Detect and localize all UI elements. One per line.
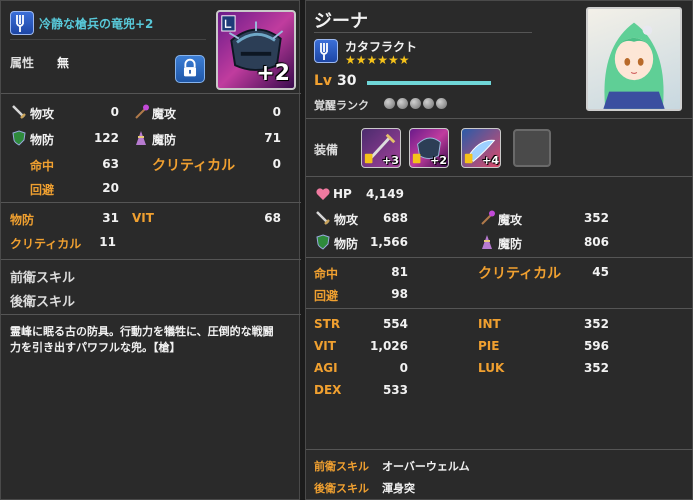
r-phys-def-label: 物防 xyxy=(334,237,359,251)
pie-value: 596 xyxy=(583,339,609,353)
equip-label: 装備 xyxy=(314,143,339,157)
sword-icon-right xyxy=(316,211,330,225)
mag-def-value: 71 xyxy=(264,131,281,145)
bonus-crit-value: 11 xyxy=(99,235,116,249)
r-mag-def-value: 806 xyxy=(583,235,609,249)
staff-icon xyxy=(135,104,149,119)
r-front-skill-label: 前衛スキル xyxy=(314,460,369,473)
vit-label: VIT xyxy=(314,339,336,353)
r-back-skill-label: 後衛スキル xyxy=(314,482,369,495)
awaken-label: 覚醒ランク xyxy=(314,99,369,112)
crit-label: クリティカル xyxy=(152,158,236,174)
luk-label: LUK xyxy=(478,361,505,375)
awaken-orbs xyxy=(384,98,449,112)
vit-value: 1,026 xyxy=(370,339,408,353)
item-detail-panel: 冷静な槍兵の竜兜+2 属性 無 +2 物攻 0 魔攻 0 物防 122 魔防 7… xyxy=(0,0,301,500)
bonus-vit-label: VIT xyxy=(132,211,154,225)
int-value: 352 xyxy=(583,317,609,331)
str-label: STR xyxy=(314,317,341,331)
bonus-vit-value: 68 xyxy=(264,211,281,225)
luk-value: 352 xyxy=(583,361,609,375)
staff-icon-right xyxy=(481,210,495,225)
r-crit-label: クリティカル xyxy=(478,266,562,282)
equip-slot-3[interactable]: +4 xyxy=(461,128,501,168)
description-line-2: 力を引き出すパワフルな兜。【槍】 xyxy=(10,341,181,354)
bonus-phys-def-label: 物防 xyxy=(10,213,35,227)
mag-def-label: 魔防 xyxy=(152,133,177,147)
agi-value: 0 xyxy=(399,361,408,375)
r-evade-label: 回避 xyxy=(314,289,339,303)
bonus-crit-label: クリティカル xyxy=(10,237,82,251)
item-plus-level: +2 xyxy=(256,61,290,86)
mag-atk-value: 0 xyxy=(272,105,281,119)
character-portrait xyxy=(586,7,682,111)
crit-value: 0 xyxy=(272,157,281,171)
back-skill-label: 後衛スキル xyxy=(10,295,76,310)
r-evade-value: 98 xyxy=(391,287,408,301)
hit-value: 63 xyxy=(102,157,119,171)
r-mag-atk-value: 352 xyxy=(583,211,609,225)
hit-label: 命中 xyxy=(30,159,55,173)
description-line-1: 霊峰に眠る古の防具。行動力を犠牲に、圧倒的な戦闘 xyxy=(10,325,274,338)
equip-slot-empty[interactable] xyxy=(513,129,551,167)
spear-class-icon xyxy=(10,11,34,35)
robe-icon xyxy=(136,131,146,145)
phys-atk-label: 物攻 xyxy=(30,107,55,121)
sword-icon xyxy=(12,105,26,119)
dex-value: 533 xyxy=(382,383,408,397)
r-phys-atk-label: 物攻 xyxy=(334,213,359,227)
level-progress-bar xyxy=(367,81,491,85)
front-skill-label: 前衛スキル xyxy=(10,271,76,286)
str-value: 554 xyxy=(382,317,408,331)
lock-icon xyxy=(183,58,197,77)
r-mag-atk-label: 魔攻 xyxy=(498,213,523,227)
mag-atk-label: 魔攻 xyxy=(152,107,177,121)
phys-def-label: 物防 xyxy=(30,133,55,147)
r-hit-label: 命中 xyxy=(314,267,339,281)
agi-label: AGI xyxy=(314,361,338,375)
r-hit-value: 81 xyxy=(391,265,408,279)
attr-value: 無 xyxy=(57,56,70,70)
rarity-stars: ★★★★★★ xyxy=(345,53,410,67)
int-label: INT xyxy=(478,317,501,331)
hp-label: HP xyxy=(333,187,352,201)
phys-atk-value: 0 xyxy=(110,105,119,119)
heart-icon xyxy=(316,188,330,200)
level-label: Lv xyxy=(314,73,333,89)
r-back-skill-value: 渾身突 xyxy=(382,482,415,495)
shield-icon xyxy=(12,130,26,146)
equip-slot-2[interactable]: +2 xyxy=(409,128,449,168)
hp-value: 4,149 xyxy=(366,187,404,201)
robe-icon-right xyxy=(482,235,492,249)
shield-icon-right xyxy=(316,234,330,250)
lock-button[interactable] xyxy=(175,55,205,83)
pie-label: PIE xyxy=(478,339,500,353)
class-spear-icon xyxy=(314,39,338,63)
dex-label: DEX xyxy=(314,383,342,397)
equip-slot-1[interactable]: +3 xyxy=(361,128,401,168)
equipped-item-image: +2 xyxy=(216,10,296,90)
r-front-skill-value: オーバーウェルム xyxy=(382,460,470,473)
equip-slot-3-plus: +4 xyxy=(482,154,499,167)
level-value: 30 xyxy=(337,73,357,89)
phys-def-value: 122 xyxy=(93,131,119,145)
character-panel: ジーナ カタフラクト ★★★★★★ Lv 30 覚醒ランク 装備 +3 +2 +… xyxy=(305,0,693,500)
bonus-phys-def-value: 31 xyxy=(102,211,119,225)
r-phys-def-value: 1,566 xyxy=(370,235,408,249)
equip-slot-1-plus: +3 xyxy=(382,154,399,167)
character-name: ジーナ xyxy=(314,11,368,32)
evade-label: 回避 xyxy=(30,183,55,197)
evade-value: 20 xyxy=(102,181,119,195)
r-phys-atk-value: 688 xyxy=(382,211,408,225)
r-crit-value: 45 xyxy=(592,265,609,279)
r-mag-def-label: 魔防 xyxy=(498,237,523,251)
attr-label: 属性 xyxy=(10,56,35,70)
item-name: 冷静な槍兵の竜兜+2 xyxy=(39,17,154,31)
equip-slot-2-plus: +2 xyxy=(430,154,447,167)
